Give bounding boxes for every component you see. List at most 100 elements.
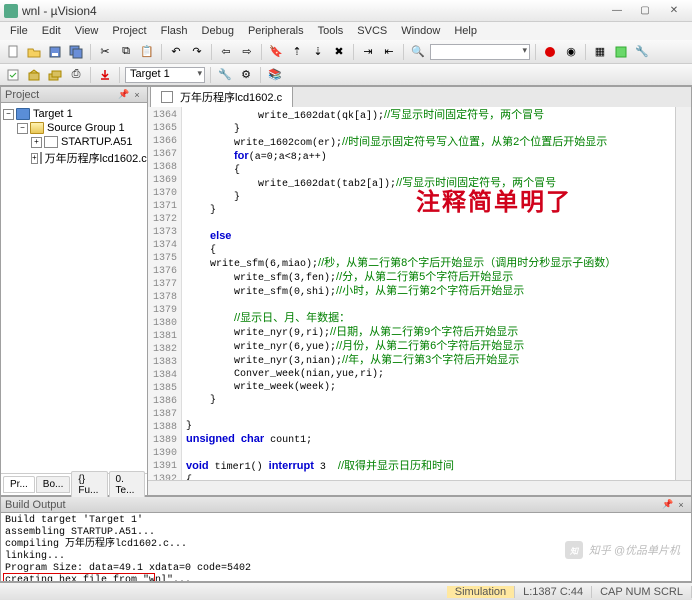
close-button[interactable]: ✕ (660, 3, 688, 19)
line-gutter: 1364 1365 1366 1367 1368 1369 1370 1371 … (148, 107, 182, 480)
editor-tabs: 万年历程序lcd1602.c (148, 87, 691, 107)
bookmark-icon[interactable]: 🔖 (267, 43, 285, 61)
panel-close-icon[interactable]: × (131, 89, 143, 101)
build-output-panel: Build Output 📌 × Build target 'Target 1'… (0, 496, 692, 582)
tab-templates[interactable]: 0. Te... (109, 471, 145, 499)
maximize-button[interactable]: ▢ (632, 3, 658, 19)
bookmark-clear-icon[interactable]: ✖ (330, 43, 348, 61)
paste-icon[interactable]: 📋 (138, 43, 156, 61)
folder-icon (30, 122, 44, 134)
download-icon[interactable] (96, 66, 114, 84)
vertical-scrollbar[interactable] (675, 107, 691, 480)
window-title: wnl - µVision4 (22, 4, 604, 18)
tab-functions[interactable]: {} Fu... (71, 471, 107, 499)
build-output-text[interactable]: Build target 'Target 1' assembling START… (1, 513, 691, 581)
c-file-icon (40, 152, 42, 164)
new-file-icon[interactable] (4, 43, 22, 61)
project-tabs: Pr... Bo... {} Fu... 0. Te... (1, 473, 147, 495)
find-icon[interactable]: 🔍 (409, 43, 427, 61)
nav-back-icon[interactable]: ⇦ (217, 43, 235, 61)
tree-toggle-icon[interactable]: − (17, 123, 28, 134)
find-combo[interactable] (430, 44, 530, 60)
tree-target[interactable]: − Target 1 (3, 107, 145, 121)
editor-tab-label: 万年历程序lcd1602.c (180, 89, 282, 105)
menu-file[interactable]: File (4, 24, 34, 38)
tree-file-label: 万年历程序lcd1602.c (45, 150, 147, 166)
code-area[interactable]: 1364 1365 1366 1367 1368 1369 1370 1371 … (148, 107, 691, 480)
indent-icon[interactable]: ⇥ (359, 43, 377, 61)
undo-icon[interactable]: ↶ (167, 43, 185, 61)
nav-fwd-icon[interactable]: ⇨ (238, 43, 256, 61)
project-panel-title: Project (5, 89, 39, 101)
tree-file[interactable]: + 万年历程序lcd1602.c (31, 149, 145, 167)
menu-project[interactable]: Project (106, 24, 152, 38)
editor-tab[interactable]: 万年历程序lcd1602.c (150, 86, 293, 107)
tree-toggle-icon[interactable]: + (31, 153, 38, 164)
menu-svcs[interactable]: SVCS (351, 24, 393, 38)
menu-flash[interactable]: Flash (155, 24, 194, 38)
bookmark-prev-icon[interactable]: ⇡ (288, 43, 306, 61)
app-icon (4, 4, 18, 18)
tab-project[interactable]: Pr... (3, 476, 35, 493)
c-file-icon (161, 91, 173, 103)
menu-window[interactable]: Window (395, 24, 446, 38)
target-combo[interactable]: Target 1 (125, 67, 205, 83)
build-icon[interactable] (25, 66, 43, 84)
tab-books[interactable]: Bo... (36, 476, 71, 493)
highlight-box (3, 573, 155, 581)
tree-toggle-icon[interactable]: − (3, 109, 14, 120)
status-bar: Simulation L:1387 C:44 CAP NUM SCRL (0, 582, 692, 600)
tree-file[interactable]: + STARTUP.A51 (31, 135, 145, 149)
horizontal-scrollbar[interactable] (148, 480, 691, 495)
options-icon[interactable]: 🔧 (216, 66, 234, 84)
menu-debug[interactable]: Debug (196, 24, 240, 38)
rebuild-icon[interactable] (46, 66, 64, 84)
config-icon[interactable] (612, 43, 630, 61)
redo-icon[interactable]: ↷ (188, 43, 206, 61)
panel-pin-icon[interactable]: 📌 (118, 89, 130, 101)
translate-icon[interactable] (4, 66, 22, 84)
status-keylock: CAP NUM SCRL (592, 586, 692, 598)
bookmark-next-icon[interactable]: ⇣ (309, 43, 327, 61)
menu-help[interactable]: Help (448, 24, 483, 38)
tree-target-label: Target 1 (33, 108, 73, 120)
copy-icon[interactable]: ⧉ (117, 43, 135, 61)
menu-tools[interactable]: Tools (312, 24, 350, 38)
books-icon[interactable]: 📚 (266, 66, 284, 84)
editor-panel: 万年历程序lcd1602.c 1364 1365 1366 1367 1368 … (148, 86, 692, 496)
panel-pin-icon[interactable]: 📌 (662, 499, 674, 511)
open-file-icon[interactable] (25, 43, 43, 61)
cut-icon[interactable]: ✂ (96, 43, 114, 61)
asm-file-icon (44, 136, 58, 148)
menu-peripherals[interactable]: Peripherals (242, 24, 310, 38)
tree-group-label: Source Group 1 (47, 122, 125, 134)
target-icon (16, 108, 30, 120)
menu-edit[interactable]: Edit (36, 24, 67, 38)
debug-icon[interactable] (541, 43, 559, 61)
manage-icon[interactable]: ⚙ (237, 66, 255, 84)
save-icon[interactable] (46, 43, 64, 61)
toolbar-build: ⎙ Target 1 🔧 ⚙ 📚 (0, 64, 692, 86)
toolbox-icon[interactable]: 🔧 (633, 43, 651, 61)
menu-view[interactable]: View (69, 24, 105, 38)
annotation-text: 注释简单明了 (416, 182, 572, 217)
build-output-title: Build Output (5, 499, 66, 511)
batch-build-icon[interactable]: ⎙ (67, 66, 85, 84)
panel-close-icon[interactable]: × (675, 499, 687, 511)
toolbar-main: ✂ ⧉ 📋 ↶ ↷ ⇦ ⇨ 🔖 ⇡ ⇣ ✖ ⇥ ⇤ 🔍 ◉ ▦ 🔧 (0, 40, 692, 64)
code-text[interactable]: write_1602dat(qk[a]);//写显示时间固定符号，两个冒号 } … (182, 107, 675, 480)
tree-toggle-icon[interactable]: + (31, 137, 42, 148)
project-panel-header: Project 📌 × (1, 87, 147, 103)
title-bar: wnl - µVision4 — ▢ ✕ (0, 0, 692, 22)
breakpoint-icon[interactable]: ◉ (562, 43, 580, 61)
window-icon[interactable]: ▦ (591, 43, 609, 61)
tree-group[interactable]: − Source Group 1 (17, 121, 145, 135)
tree-file-label: STARTUP.A51 (61, 136, 133, 148)
build-output-header: Build Output 📌 × (1, 497, 691, 513)
project-tree[interactable]: − Target 1 − Source Group 1 + STARTUP.A5… (1, 103, 147, 473)
minimize-button[interactable]: — (604, 3, 630, 19)
save-all-icon[interactable] (67, 43, 85, 61)
status-cursor-pos: L:1387 C:44 (515, 586, 592, 598)
outdent-icon[interactable]: ⇤ (380, 43, 398, 61)
main-area: Project 📌 × − Target 1 − Source Group 1 … (0, 86, 692, 496)
